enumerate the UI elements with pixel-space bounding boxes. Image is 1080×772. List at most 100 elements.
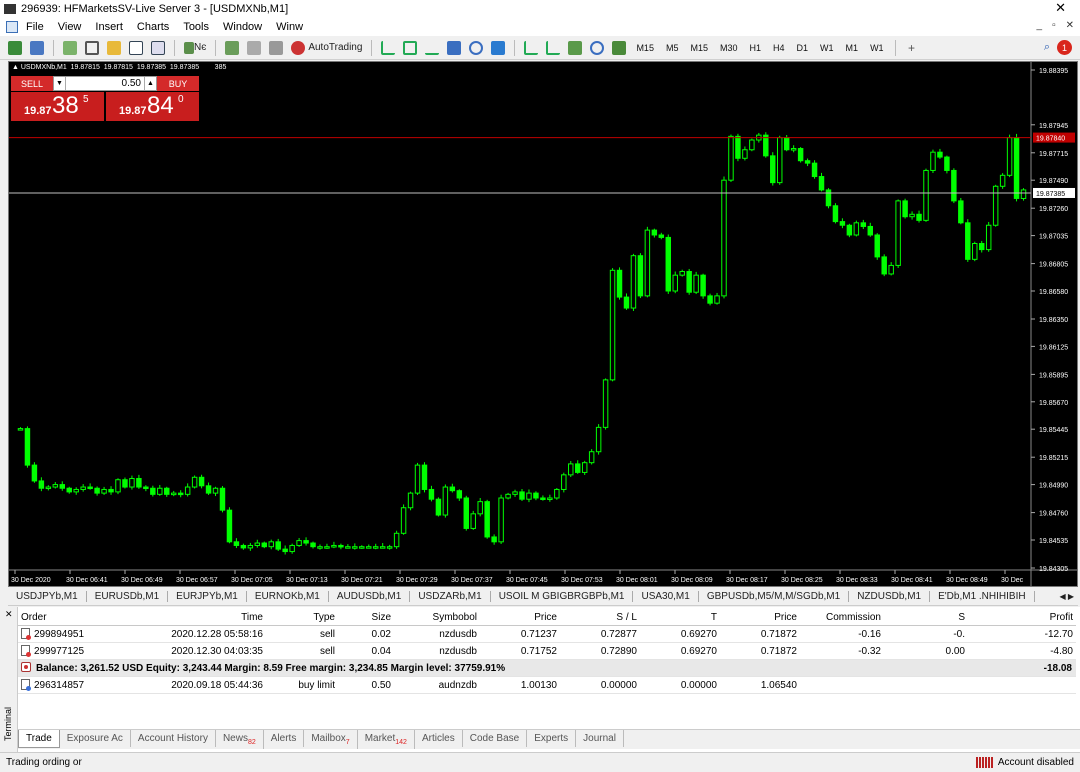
column-header[interactable]: Time <box>118 612 266 623</box>
menu-view[interactable]: View <box>58 21 82 33</box>
close-icon[interactable]: ✕ <box>1055 0 1066 16</box>
candle-body <box>359 546 365 549</box>
profiles-button[interactable] <box>28 39 46 57</box>
column-header[interactable]: Size <box>338 612 394 623</box>
restore-icon[interactable]: ▫ <box>1052 20 1056 31</box>
candle-body <box>526 492 532 500</box>
tab-code-base[interactable]: Code Base <box>463 730 528 747</box>
periods-button[interactable] <box>588 39 606 57</box>
data-window-button[interactable] <box>83 39 101 57</box>
timeframe-h1-button[interactable]: H1 <box>750 43 762 53</box>
chart-shift-button[interactable] <box>522 39 540 57</box>
chart-tab[interactable]: EURUSDb,M1 <box>87 591 169 602</box>
indicator-list-button[interactable] <box>566 39 584 57</box>
timeframe-m1-button[interactable]: M1 <box>846 43 859 53</box>
buy-button[interactable]: BUY <box>157 76 199 91</box>
tab-market[interactable]: Market142 <box>358 730 415 749</box>
tester-button[interactable] <box>149 39 167 57</box>
menu-help[interactable]: Winw <box>276 21 303 33</box>
menu-tools[interactable]: Tools <box>183 21 209 33</box>
price-chart[interactable]: 19.88395 19.87945 19.87715 19.87490 19.87260… <box>8 61 1078 587</box>
market-watch-button[interactable] <box>61 39 79 57</box>
lot-increase-icon[interactable]: ▲ <box>144 77 156 90</box>
new-chart-button[interactable] <box>6 39 24 57</box>
timeframe-m15b-button[interactable]: M15 <box>690 43 708 53</box>
signals-button[interactable] <box>245 39 263 57</box>
column-header[interactable]: S / L <box>560 612 640 623</box>
chat-button[interactable] <box>267 39 285 57</box>
chart-tab[interactable]: USDJPYb,M1 <box>8 591 87 602</box>
tab-mailbox[interactable]: Mailbox7 <box>304 730 358 749</box>
new-order-button[interactable]: Nє <box>182 39 208 57</box>
table-row[interactable]: 299894951 2020.12.28 05:58:16 sell 0.02 … <box>18 626 1076 643</box>
tab-trade[interactable]: Trade <box>18 730 60 748</box>
bar-chart-button[interactable] <box>379 39 397 57</box>
lot-size-stepper[interactable]: ▼ 0.50 ▲ <box>53 76 157 91</box>
column-header[interactable]: T <box>640 612 720 623</box>
tab-alerts[interactable]: Alerts <box>264 730 305 747</box>
crosshair-button[interactable]: + <box>903 39 921 57</box>
autoscroll-button[interactable] <box>544 39 562 57</box>
table-row[interactable]: 296314857 2020.09.18 05:44:36 buy limit … <box>18 677 1076 694</box>
menu-window[interactable]: Window <box>223 21 262 33</box>
column-header[interactable]: Order <box>18 612 118 623</box>
indicators-button[interactable] <box>223 39 241 57</box>
lot-size-value[interactable]: 0.50 <box>66 77 144 90</box>
candle-body <box>588 451 595 464</box>
chart-tab[interactable]: NZDUSDb,M1 <box>849 591 931 602</box>
search-icon[interactable]: ⌕ <box>1044 41 1050 54</box>
notification-badge[interactable]: 1 <box>1057 40 1072 55</box>
autotrading-button[interactable]: AutoTrading <box>289 39 364 57</box>
timeframe-w1-button[interactable]: W1 <box>820 43 834 53</box>
tile-windows-button[interactable] <box>489 39 507 57</box>
table-row[interactable]: 299977125 2020.12.30 04:03:35 sell 0.04 … <box>18 643 1076 660</box>
tab-journal[interactable]: Journal <box>576 730 624 747</box>
column-header[interactable]: Type <box>266 612 338 623</box>
chart-tab[interactable]: USDZARb,M1 <box>410 591 491 602</box>
zoom-out-button[interactable] <box>467 39 485 57</box>
timeframe-m5-button[interactable]: M5 <box>666 43 679 53</box>
zoom-in-button[interactable] <box>445 39 463 57</box>
chart-tab[interactable]: GBPUSDb,M5/M,M/SGDb,M1 <box>699 591 850 602</box>
sell-button[interactable]: SELL <box>11 76 53 91</box>
lot-decrease-icon[interactable]: ▼ <box>54 77 66 90</box>
menu-charts[interactable]: Charts <box>137 21 169 33</box>
tab-articles[interactable]: Articles <box>415 730 463 747</box>
chart-tab[interactable]: USOIL M GBIGBRGBPb,M1 <box>491 591 634 602</box>
menu-insert[interactable]: Insert <box>95 21 123 33</box>
terminal-button[interactable] <box>127 39 145 57</box>
chart-tab[interactable]: EURJPYb,M1 <box>168 591 247 602</box>
buy-quote[interactable]: 19.87 84 0 <box>106 92 199 121</box>
column-header[interactable]: Profit <box>968 612 1076 623</box>
column-header[interactable]: Symbobol <box>394 612 480 623</box>
menu-file[interactable]: File <box>26 21 44 33</box>
tab-scroll-arrows[interactable]: ◀ ▶ <box>1059 592 1074 601</box>
chart-tab[interactable]: AUDUSDb,M1 <box>329 591 411 602</box>
tab-account-history[interactable]: Account History <box>131 730 216 747</box>
tab-news[interactable]: News82 <box>216 730 264 749</box>
chart-tab[interactable]: E'Db,M1 .NHIHIBIH <box>930 591 1035 602</box>
close-terminal-icon[interactable]: ✕ <box>5 609 13 620</box>
tab-exposure[interactable]: Exposure Ac <box>60 730 131 747</box>
chart-tab[interactable]: EURNOKb,M1 <box>247 591 329 602</box>
candlestick-button[interactable] <box>401 39 419 57</box>
column-header[interactable]: S <box>884 612 968 623</box>
chart-tab[interactable]: USA30,M1 <box>633 591 699 602</box>
close-chart-icon[interactable]: ✕ <box>1066 20 1074 31</box>
tab-experts[interactable]: Experts <box>527 730 577 747</box>
column-header[interactable]: Price <box>480 612 560 623</box>
timeframe-d1-button[interactable]: D1 <box>797 43 809 53</box>
time-label: 30 Dec 07:37 <box>451 577 493 584</box>
timeframe-m15-button[interactable]: M15 <box>636 43 654 53</box>
navigator-button[interactable] <box>105 39 123 57</box>
timeframe-m30-button[interactable]: M30 <box>720 43 738 53</box>
line-chart-button[interactable] <box>423 39 441 57</box>
column-header[interactable]: Commission <box>800 612 884 623</box>
order-tp: 0.69270 <box>680 645 717 657</box>
column-header[interactable]: Price <box>720 612 800 623</box>
timeframe-h4-button[interactable]: H4 <box>773 43 785 53</box>
templates-button[interactable] <box>610 39 628 57</box>
sell-quote[interactable]: 19.87 38 5 <box>11 92 104 121</box>
minimize-icon[interactable]: _ <box>1037 20 1043 31</box>
timeframe-w1b-button[interactable]: W1 <box>870 43 884 53</box>
